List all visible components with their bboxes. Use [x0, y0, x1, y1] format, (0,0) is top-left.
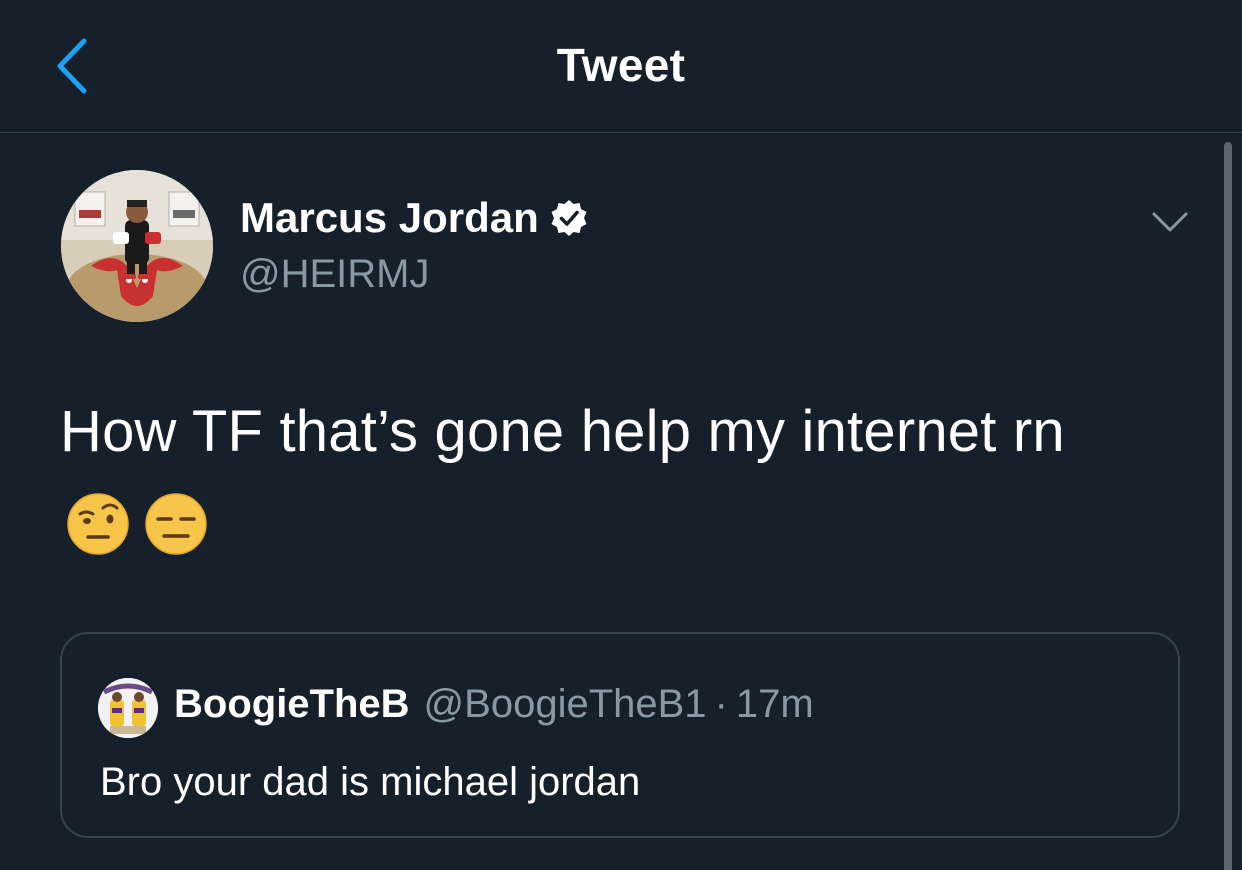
quoted-tweet-header: BoogieTheB @BoogieTheB1 · 17m: [174, 682, 814, 727]
expressionless-face-icon: [145, 493, 207, 555]
tweet-emojis: [66, 492, 208, 556]
author-avatar[interactable]: [61, 170, 213, 322]
quoted-avatar-image: [98, 678, 158, 738]
quoted-author-avatar[interactable]: [98, 678, 158, 738]
quoted-tweet-card[interactable]: BoogieTheB @BoogieTheB1 · 17m Bro your d…: [60, 632, 1180, 838]
chevron-down-icon: [1152, 212, 1188, 232]
quoted-author-name: BoogieTheB: [174, 682, 410, 726]
quoted-tweet-text: Bro your dad is michael jordan: [100, 760, 641, 804]
author-name[interactable]: Marcus Jordan: [240, 194, 539, 242]
tweet-text: How TF that’s gone help my internet rn: [60, 399, 1065, 464]
tweet-options-button[interactable]: [1148, 200, 1192, 244]
tweet-detail-screen: Tweet Marcus Jordan @HEIRMJ How TF that’…: [0, 0, 1242, 870]
author-name-row[interactable]: Marcus Jordan: [240, 194, 589, 242]
quoted-tweet-timestamp: 17m: [735, 682, 814, 726]
avatar-image: [61, 170, 213, 322]
verified-badge-icon: [551, 200, 587, 236]
face-with-raised-eyebrow-icon: [67, 493, 129, 555]
header-separator: ·: [714, 682, 728, 726]
nav-bar: Tweet: [0, 0, 1242, 133]
scrollbar[interactable]: [1224, 142, 1232, 870]
author-handle[interactable]: @HEIRMJ: [240, 252, 430, 297]
quoted-author-handle: @BoogieTheB1: [423, 682, 707, 726]
page-title: Tweet: [556, 39, 686, 91]
